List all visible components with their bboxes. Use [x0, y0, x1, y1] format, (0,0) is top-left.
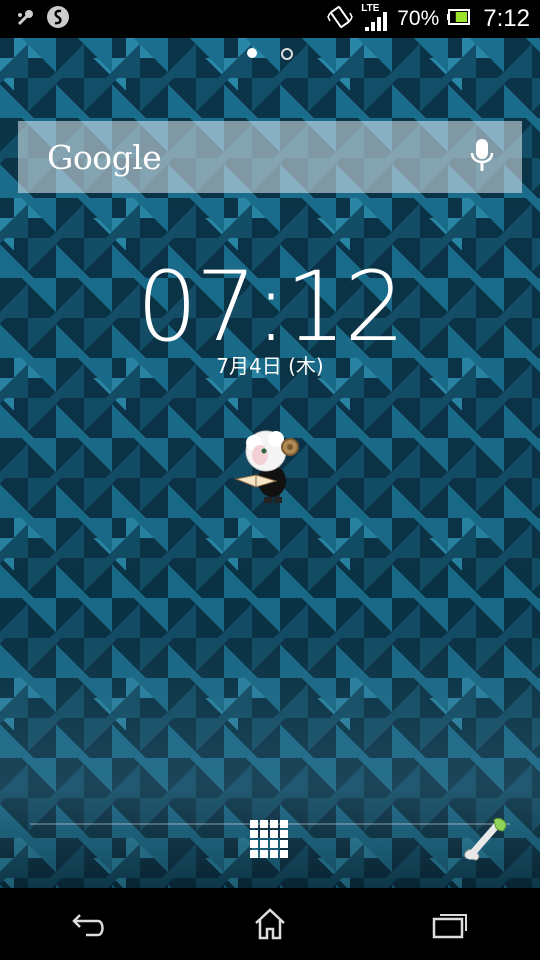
app-drawer-icon[interactable]: [250, 820, 290, 864]
mic-icon[interactable]: [468, 137, 496, 177]
battery-percent: 70%: [397, 7, 440, 30]
navigation-bar: [0, 888, 540, 960]
page-indicator: [0, 48, 540, 60]
clock-widget-date: 7月4日 (木): [216, 354, 324, 378]
clock-widget-time[interactable]: 07:12: [0, 252, 540, 362]
back-icon[interactable]: [50, 894, 130, 954]
phone-icon[interactable]: [458, 814, 514, 874]
battery-icon: [447, 8, 471, 30]
page-dot-active: [247, 48, 257, 58]
home-icon[interactable]: [230, 894, 310, 954]
status-bar: LTE 70% 7:12: [0, 0, 540, 38]
recents-icon[interactable]: [410, 894, 490, 954]
page-dot-inactive: [281, 48, 293, 60]
sheep-widget[interactable]: [230, 425, 310, 513]
google-search-widget[interactable]: Google: [18, 121, 522, 193]
vibrate-icon: [327, 4, 354, 34]
signal-icon: LTE: [361, 3, 389, 33]
status-time: 7:12: [483, 5, 530, 32]
google-logo: Google: [47, 137, 162, 177]
sync-icon: [46, 5, 70, 33]
usb-debug-icon: [14, 6, 36, 32]
